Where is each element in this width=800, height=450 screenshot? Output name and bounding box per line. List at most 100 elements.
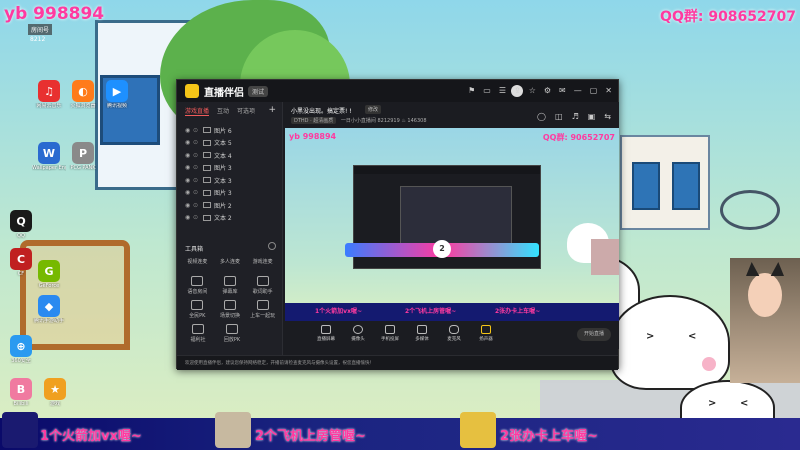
desktop-icon[interactable]: B Bilibili: [4, 378, 38, 407]
desktop-icon[interactable]: P PCG PANK: [66, 142, 100, 171]
desktop-icon[interactable]: ★ 游戏: [38, 378, 72, 407]
camera-button[interactable]: 摄像头: [343, 325, 373, 342]
toolbox-toggle-icon[interactable]: [268, 242, 276, 250]
lock-icon[interactable]: ⊙: [193, 177, 203, 184]
music-icon[interactable]: ♬: [572, 112, 579, 121]
tab-game-live[interactable]: 游戏直播: [185, 106, 210, 116]
tool-danmaku[interactable]: 弹幕库: [215, 276, 245, 295]
image-icon: [203, 127, 211, 134]
tool-multi-link[interactable]: 多人连麦: [215, 258, 245, 265]
speaker-button[interactable]: 扬声器: [471, 325, 501, 342]
eye-icon[interactable]: ◉: [185, 127, 193, 134]
control-label: 摄像头: [351, 337, 365, 342]
lock-icon[interactable]: ⊙: [193, 164, 203, 171]
settings-icon[interactable]: ⚙: [544, 85, 551, 97]
lock-icon[interactable]: ⊙: [193, 202, 203, 209]
eye-icon[interactable]: ◉: [185, 152, 193, 159]
lock-icon[interactable]: ⊙: [193, 214, 203, 221]
source-item[interactable]: ◉ ⊙ 图片 6: [177, 124, 282, 137]
eye-icon[interactable]: ◉: [185, 189, 193, 196]
desktop-icon[interactable]: ◆ 腾讯手游助手: [32, 295, 66, 324]
eye-icon[interactable]: ◉: [185, 177, 193, 184]
edit-title-button[interactable]: 修改: [365, 105, 382, 114]
tool-voice-room[interactable]: 语音房间: [182, 276, 212, 295]
record-icon[interactable]: ◯: [537, 112, 546, 121]
tab-options[interactable]: 可选项: [237, 106, 255, 116]
tool-label: 弹幕库: [222, 289, 238, 295]
stream-overlay-qq: QQ群: 908652707: [660, 9, 796, 25]
phone-cast-button[interactable]: 手机投屏: [375, 325, 405, 342]
tool-lyrics[interactable]: 歌词助手: [248, 276, 278, 295]
source-item[interactable]: ◉ ⊙ 文本 2: [177, 212, 282, 225]
tab-interact[interactable]: 互动: [217, 106, 229, 116]
desktop-icon-label: 火狐浏览器: [70, 103, 96, 109]
source-item[interactable]: ◉ ⊙ 文本 3: [177, 174, 282, 187]
eye-icon[interactable]: ◉: [185, 214, 193, 221]
preview-webcam: [591, 239, 619, 275]
tool-game-link[interactable]: 游戏连麦: [248, 258, 278, 265]
tool-scene-switch[interactable]: 场景切换: [215, 300, 245, 319]
tool-label: 福利社: [190, 337, 206, 343]
desktop-icon[interactable]: ▶ 腾讯视频: [100, 80, 134, 109]
desktop-icon[interactable]: ♫ 网易云音乐: [32, 80, 66, 109]
start-live-button[interactable]: 开始直播: [577, 328, 611, 341]
control-label: 直播屏幕: [317, 337, 335, 342]
screenshot-icon[interactable]: ▣: [588, 112, 596, 121]
star-icon[interactable]: ☆: [529, 85, 536, 97]
screen-icon[interactable]: ▭: [483, 85, 491, 97]
preview-banner-item: 2张办卡上车喔~: [495, 308, 541, 315]
quality-selector[interactable]: DTHD · 超清画质: [291, 117, 337, 124]
preview-overlay-id: yb 998894: [289, 132, 337, 141]
source-item[interactable]: ◉ ⊙ 图片 3: [177, 162, 282, 175]
desktop-icon[interactable]: Q QQ: [4, 210, 38, 239]
close-icon[interactable]: ✕: [605, 85, 612, 97]
flag-icon[interactable]: ⚑: [468, 85, 475, 97]
layout-icon[interactable]: ◫: [555, 112, 563, 121]
swap-icon[interactable]: ⇆: [604, 112, 611, 121]
source-item[interactable]: ◉ ⊙ 图片 2: [177, 199, 282, 212]
desktop-icon[interactable]: G GeForce: [32, 260, 66, 289]
tool-welfare[interactable]: 福利社: [183, 324, 213, 343]
desktop-icon[interactable]: ⊕ 360安全: [4, 335, 38, 364]
pk-vs-badge: 2: [433, 240, 451, 258]
upload-icon[interactable]: ⇪: [514, 85, 521, 97]
lock-icon[interactable]: ⊙: [193, 189, 203, 196]
source-item[interactable]: ◉ ⊙ 图片 3: [177, 187, 282, 200]
desktop-icon[interactable]: ◐ 火狐浏览器: [66, 80, 100, 109]
eye-icon[interactable]: ◉: [185, 164, 193, 171]
tool-pk[interactable]: 全民PK: [182, 300, 212, 319]
screen-share-button[interactable]: 直播屏幕: [311, 325, 341, 342]
tool-video-link[interactable]: 视频连麦: [182, 258, 212, 265]
desktop-icon[interactable]: W Wallpaper Engine: [32, 142, 66, 171]
eye-icon[interactable]: ◉: [185, 202, 193, 209]
version-badge: 测试: [248, 85, 269, 97]
camera-icon: [353, 325, 363, 334]
source-item[interactable]: ◉ ⊙ 文本 5: [177, 137, 282, 150]
maximize-icon[interactable]: ▢: [590, 85, 598, 97]
add-scene-button[interactable]: +: [268, 105, 276, 115]
tool-replay[interactable]: 回放PK: [217, 324, 247, 343]
car-icon: [256, 300, 269, 310]
text-icon: [203, 152, 211, 159]
lock-icon[interactable]: ⊙: [193, 139, 203, 146]
tool-label: 歌词助手: [252, 289, 273, 295]
desktop-icon-label: 腾讯手游助手: [33, 318, 64, 324]
paw-icon: [702, 357, 716, 371]
lock-icon[interactable]: ⊙: [193, 127, 203, 134]
wallpaper-house-right: [620, 135, 710, 230]
media-button[interactable]: 多媒体: [407, 325, 437, 342]
source-item[interactable]: ◉ ⊙ 文本 4: [177, 149, 282, 162]
minimize-icon[interactable]: —: [574, 85, 582, 97]
eye-icon[interactable]: ◉: [185, 139, 193, 146]
room-number: 8212: [30, 36, 46, 43]
tool-label: 场景切换: [219, 313, 240, 319]
menu-icon[interactable]: ☰: [499, 85, 506, 97]
lock-icon[interactable]: ⊙: [193, 152, 203, 159]
mail-icon[interactable]: ✉: [559, 85, 566, 97]
microphone-button[interactable]: 麦克风: [439, 325, 469, 342]
wallpaper-engine-icon: W: [38, 142, 60, 164]
banner-image: [460, 412, 496, 448]
stream-preview[interactable]: yb 998894 QQ群: 90652707 2 1个火箭加vx喔~ 2个飞机…: [285, 128, 619, 321]
control-label: 手机投屏: [381, 337, 399, 342]
tool-car[interactable]: 上车一起玩: [248, 300, 278, 319]
